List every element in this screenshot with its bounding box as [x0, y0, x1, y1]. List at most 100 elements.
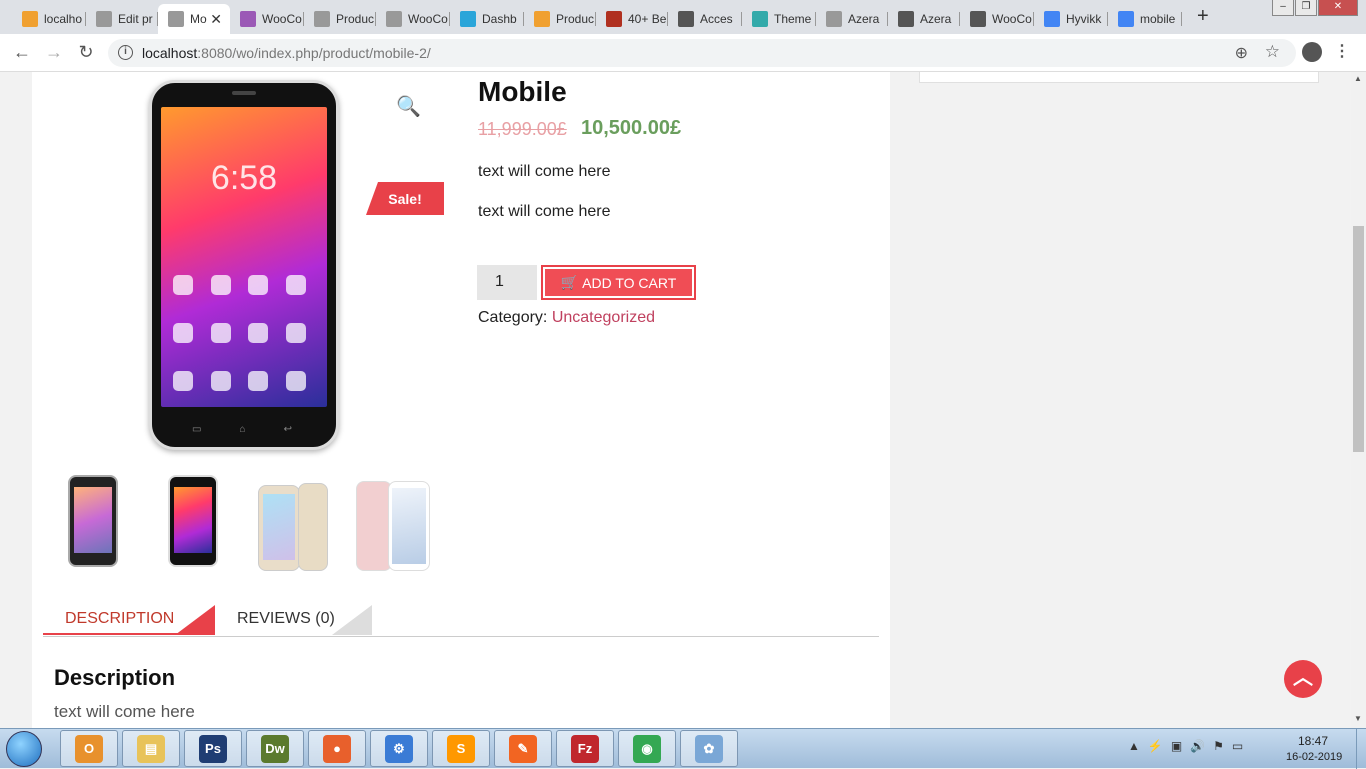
google-icon — [1044, 11, 1060, 27]
product-content: 6:58 ▭ ⌂ ↩ 🔍 Sale! Mobile 11,999.00£ 10,… — [32, 72, 890, 728]
taskbar-network[interactable]: ⚙ — [370, 730, 428, 767]
page-icon — [168, 11, 184, 27]
system-tray: ▲ ⚡ ▣ 🔊 ⚑ ▭ — [1128, 739, 1243, 753]
phone-app-icons — [173, 275, 313, 391]
clock-time[interactable]: 18:47 — [1298, 734, 1328, 748]
display-icon[interactable]: ▭ — [1232, 739, 1243, 753]
browser-tab-title: Azera — [920, 12, 952, 26]
taskbar-explorer[interactable]: ▤ — [122, 730, 180, 767]
phone-clock: 6:58 — [210, 159, 278, 197]
photoshop-icon: Ps — [199, 734, 227, 763]
scrollbar-thumb[interactable] — [1353, 226, 1364, 452]
browser-tab-title: Theme — [774, 12, 812, 26]
info-icon[interactable]: i — [118, 45, 133, 60]
tab-reviews[interactable]: REVIEWS (0) — [215, 605, 372, 635]
regular-price: 11,999.00£ — [478, 119, 567, 139]
taskbar-chrome[interactable]: ◉ — [618, 730, 676, 767]
rocket-icon — [606, 11, 622, 27]
browser-tab-title: WooCo — [408, 12, 448, 26]
description-heading: Description — [54, 665, 176, 690]
browser-tab[interactable]: Azera — [888, 4, 960, 34]
menu-icon[interactable]: ⋮ — [1334, 41, 1350, 61]
address-bar[interactable]: i localhost:8080/wo/index.php/product/mo… — [108, 39, 1296, 67]
taskbar-pencil[interactable]: ✎ — [494, 730, 552, 767]
taskbar-dreamweaver[interactable]: Dw — [246, 730, 304, 767]
minimize-icon[interactable]: – — [1272, 0, 1294, 16]
show-desktop-button[interactable] — [1356, 729, 1366, 769]
tab-description[interactable]: DESCRIPTION — [43, 605, 215, 635]
url-text[interactable]: localhost:8080/wo/index.php/product/mobi… — [142, 45, 431, 61]
taskbar-paint[interactable]: ✿ — [680, 730, 738, 767]
browser-tab-title: WooCo — [992, 12, 1032, 26]
browser-tab[interactable]: Acces — [668, 4, 742, 34]
browser-tab[interactable]: mobile — [1108, 4, 1182, 34]
chrome-icon: ◉ — [633, 734, 661, 763]
browser-tab-title: 40+ Be — [628, 12, 667, 26]
browser-tab[interactable]: Hyvikk — [1034, 4, 1108, 34]
network-icon[interactable]: ⚡ — [1148, 739, 1163, 753]
tray-arrow-icon[interactable]: ▲ — [1128, 739, 1140, 753]
thumbnail-3[interactable] — [254, 475, 332, 571]
cart-icon: 🛒 — [560, 274, 579, 290]
app-tray-icon[interactable]: ▣ — [1171, 739, 1182, 753]
dashboard-icon — [460, 11, 476, 27]
taskbar-firefox[interactable]: ● — [308, 730, 366, 767]
tab-description-label: DESCRIPTION — [65, 610, 175, 627]
browser-tab-title: Produc — [336, 12, 375, 26]
close-window-icon[interactable]: ✕ — [1318, 0, 1358, 16]
scroll-down-arrow[interactable]: ▼ — [1354, 714, 1362, 723]
browser-tab-title: Edit pr — [118, 12, 153, 26]
browser-tab[interactable]: Mo ✕ — [158, 4, 230, 34]
browser-tab[interactable]: Dashb — [450, 4, 524, 34]
category-link[interactable]: Uncategorized — [552, 309, 655, 326]
browser-tab[interactable]: WooCo — [230, 4, 304, 34]
pencil-icon: ✎ — [509, 734, 537, 763]
description-body: text will come here — [54, 702, 195, 721]
browser-tab[interactable]: Produc — [524, 4, 596, 34]
start-button[interactable] — [6, 731, 42, 767]
magnify-icon[interactable]: 🔍 — [396, 94, 421, 119]
firefox-icon: ● — [323, 734, 351, 763]
thumbnail-1[interactable] — [62, 475, 124, 571]
reload-icon[interactable]: ↻ — [74, 42, 98, 63]
clock-date[interactable]: 16-02-2019 — [1286, 751, 1342, 763]
forward-icon[interactable]: → — [42, 42, 66, 63]
restore-icon[interactable]: ❐ — [1295, 0, 1317, 16]
scroll-up-arrow[interactable]: ▲ — [1354, 74, 1362, 83]
taskbar-photoshop[interactable]: Ps — [184, 730, 242, 767]
add-to-cart-button[interactable]: 🛒 ADD TO CART — [541, 265, 696, 300]
browser-tab[interactable]: Theme — [742, 4, 816, 34]
taskbar-sublime[interactable]: S — [432, 730, 490, 767]
tab-reviews-label: REVIEWS (0) — [237, 610, 335, 627]
page-viewport: 6:58 ▭ ⌂ ↩ 🔍 Sale! Mobile 11,999.00£ 10,… — [0, 72, 1366, 728]
browser-tab-title: Acces — [700, 12, 733, 26]
page-icon — [826, 11, 842, 27]
volume-icon[interactable]: 🔊 — [1190, 739, 1205, 753]
browser-tab[interactable]: WooCo — [960, 4, 1034, 34]
close-tab-icon[interactable]: ✕ — [210, 11, 222, 28]
quantity-input[interactable]: 1 — [477, 265, 537, 300]
flag-icon[interactable]: ⚑ — [1213, 739, 1224, 753]
browser-tab-bar: localho Edit pr Mo ✕ WooCo Produc WooCo Dashb Pr… — [0, 0, 1366, 34]
browser-tab[interactable]: 40+ Be — [596, 4, 668, 34]
taskbar-outlook[interactable]: O — [60, 730, 118, 767]
browser-tab[interactable]: Azera — [816, 4, 888, 34]
browser-tab[interactable]: WooCo — [376, 4, 450, 34]
category-label: Category: — [478, 309, 548, 326]
back-icon[interactable]: ← — [10, 42, 34, 63]
browser-tab[interactable]: Edit pr — [86, 4, 158, 34]
profile-icon[interactable] — [1302, 42, 1322, 62]
scroll-to-top-button[interactable]: ︿ — [1284, 660, 1322, 698]
product-main-image[interactable]: 6:58 ▭ ⌂ ↩ — [149, 80, 339, 450]
taskbar-filezilla[interactable]: Fz — [556, 730, 614, 767]
zoom-icon[interactable]: ⊕ — [1235, 43, 1248, 63]
page-scrollbar[interactable]: ▲ ▼ — [1351, 72, 1366, 728]
browser-tab-title: mobile — [1140, 12, 1176, 26]
browser-tab[interactable]: Produc — [304, 4, 376, 34]
thumbnail-2[interactable] — [162, 475, 224, 571]
sale-price: 10,500.00£ — [581, 117, 682, 139]
thumbnail-4[interactable] — [354, 475, 432, 571]
bookmark-star-icon[interactable]: ☆ — [1265, 42, 1280, 62]
browser-tab[interactable]: localho — [12, 4, 86, 34]
new-tab-button[interactable]: + — [1197, 5, 1209, 28]
